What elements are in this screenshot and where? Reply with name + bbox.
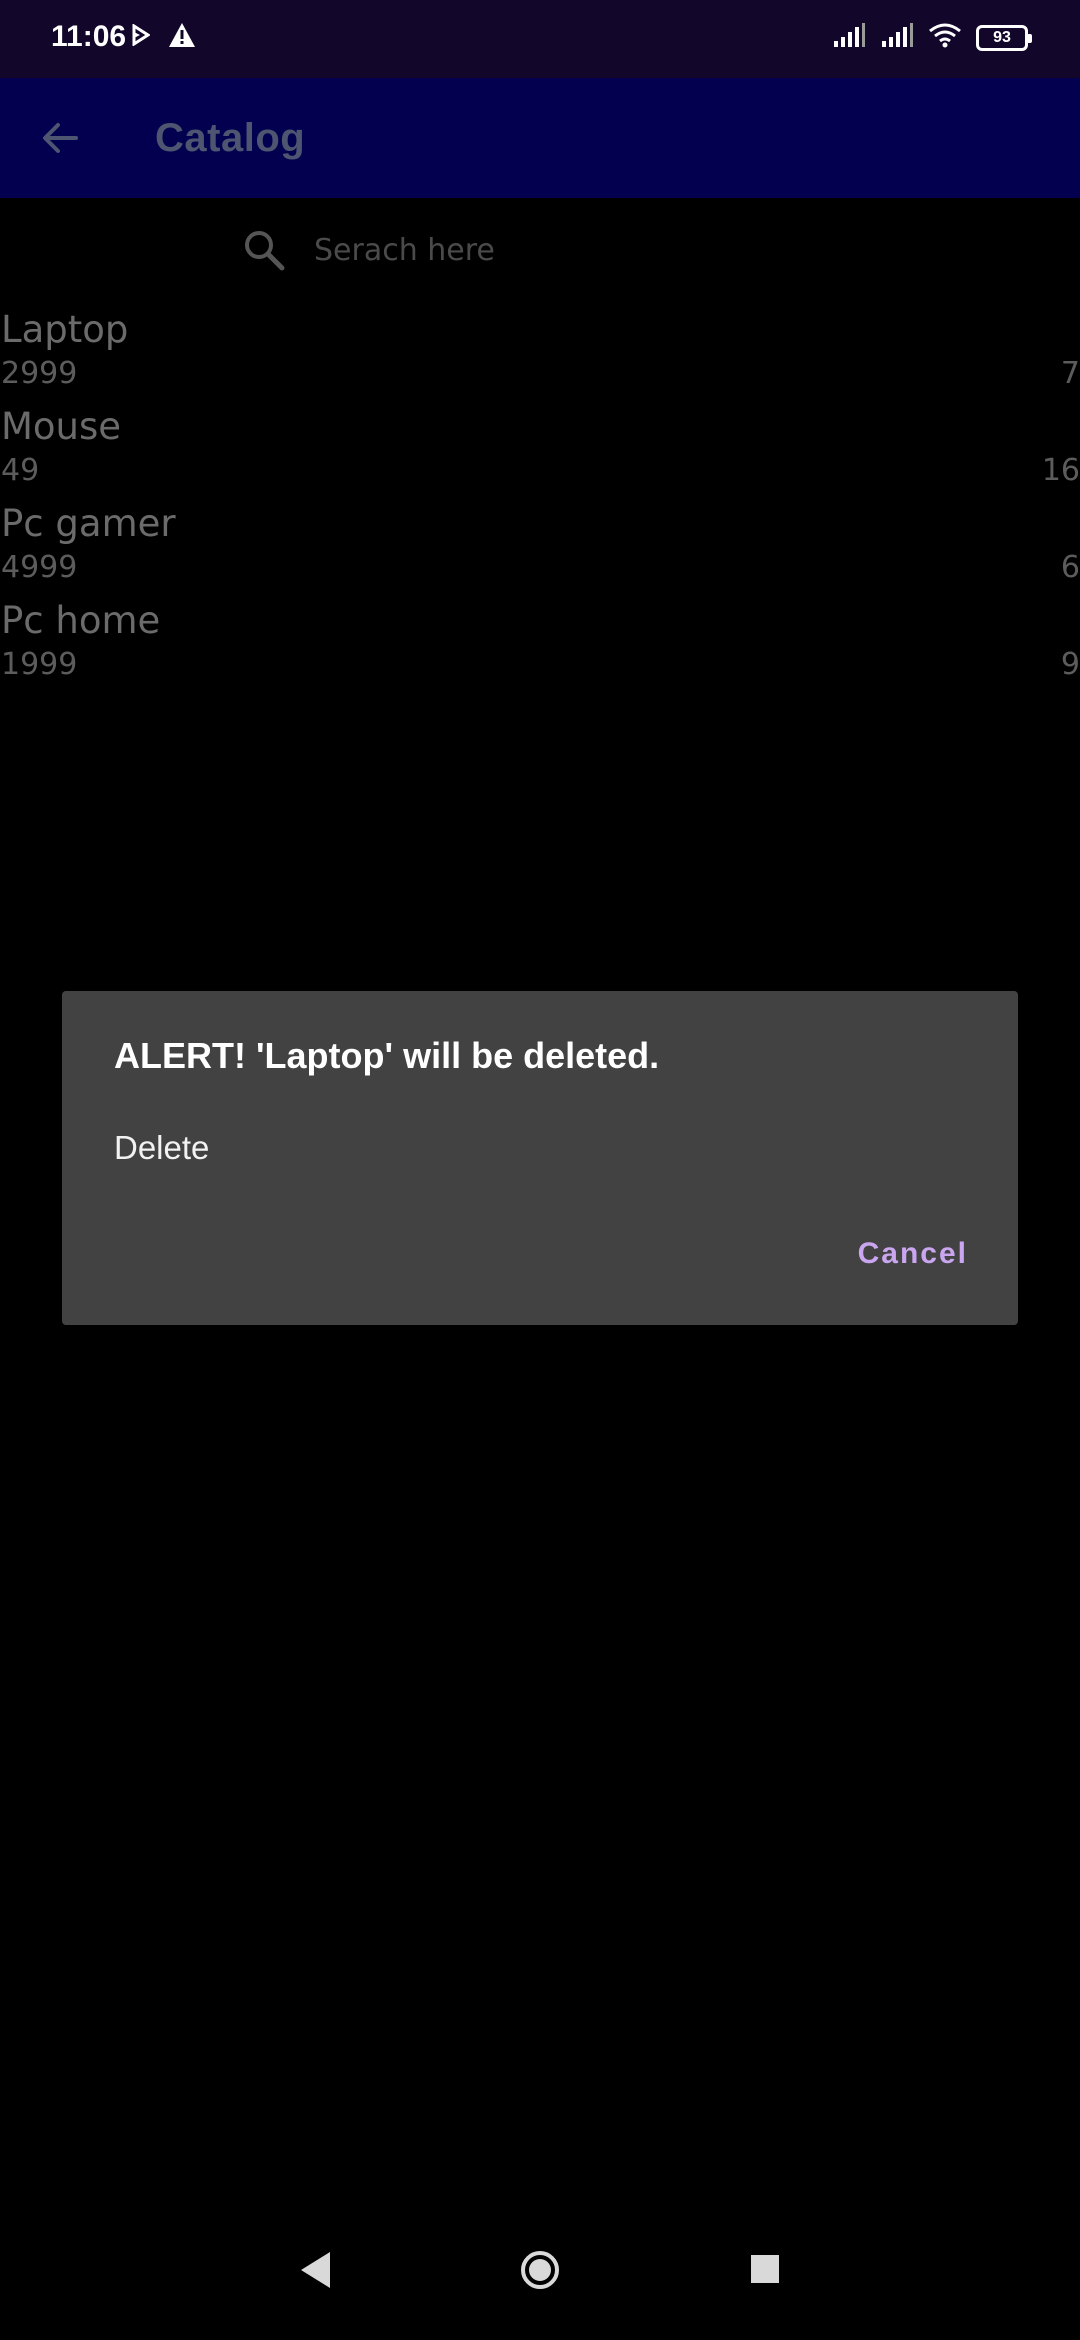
item-name: Mouse bbox=[1, 405, 122, 448]
item-quantity: 6 bbox=[1060, 550, 1080, 585]
item-name: Pc home bbox=[1, 599, 161, 642]
screen: 11:06 93 Catalog Serach here Laptop 2999… bbox=[0, 0, 1080, 2340]
page-title: Catalog bbox=[155, 116, 306, 160]
nav-back-icon[interactable] bbox=[298, 2250, 332, 2290]
item-name: Laptop bbox=[1, 308, 129, 351]
app-bar: Catalog bbox=[0, 78, 1080, 198]
nav-recents-icon[interactable] bbox=[751, 2255, 779, 2283]
status-left-icons bbox=[132, 22, 196, 53]
status-time: 11:06 bbox=[51, 20, 127, 53]
item-name: Pc gamer bbox=[1, 502, 176, 545]
dialog-title: ALERT! 'Laptop' will be deleted. bbox=[114, 1035, 660, 1076]
nav-bar bbox=[0, 2210, 1080, 2340]
nav-home-icon[interactable] bbox=[520, 2250, 560, 2290]
item-price: 49 bbox=[1, 453, 40, 488]
signal-icon bbox=[880, 22, 914, 53]
item-price: 2999 bbox=[1, 356, 78, 391]
alert-dialog: ALERT! 'Laptop' will be deleted. Delete … bbox=[62, 991, 1018, 1325]
list-item[interactable]: Mouse 49 16 bbox=[0, 399, 1080, 496]
status-right-icons: 93 bbox=[832, 22, 1032, 53]
search-input[interactable] bbox=[314, 226, 914, 274]
status-bar: 11:06 93 bbox=[0, 0, 1080, 78]
arrow-back-icon[interactable] bbox=[36, 114, 84, 162]
delete-option[interactable]: Delete bbox=[114, 1129, 209, 1167]
item-quantity: 16 bbox=[1041, 453, 1080, 488]
list-item[interactable]: Pc home 1999 9 bbox=[0, 593, 1080, 690]
item-quantity: 9 bbox=[1060, 647, 1080, 682]
warning-icon bbox=[168, 22, 196, 53]
item-price: 4999 bbox=[1, 550, 78, 585]
signal-icon bbox=[832, 22, 866, 53]
list-item[interactable]: Laptop 2999 7 bbox=[0, 302, 1080, 399]
item-price: 1999 bbox=[1, 647, 78, 682]
catalog-list: Laptop 2999 7 Mouse 49 16 Pc gamer 4999 … bbox=[0, 302, 1080, 690]
search-bar bbox=[0, 200, 1080, 300]
play-icon bbox=[132, 23, 151, 51]
cancel-button[interactable]: Cancel bbox=[850, 1229, 976, 1279]
search-icon bbox=[242, 228, 286, 272]
list-item[interactable]: Pc gamer 4999 6 bbox=[0, 496, 1080, 593]
wifi-icon bbox=[928, 22, 962, 53]
battery-icon: 93 bbox=[976, 24, 1032, 51]
item-quantity: 7 bbox=[1060, 356, 1080, 391]
